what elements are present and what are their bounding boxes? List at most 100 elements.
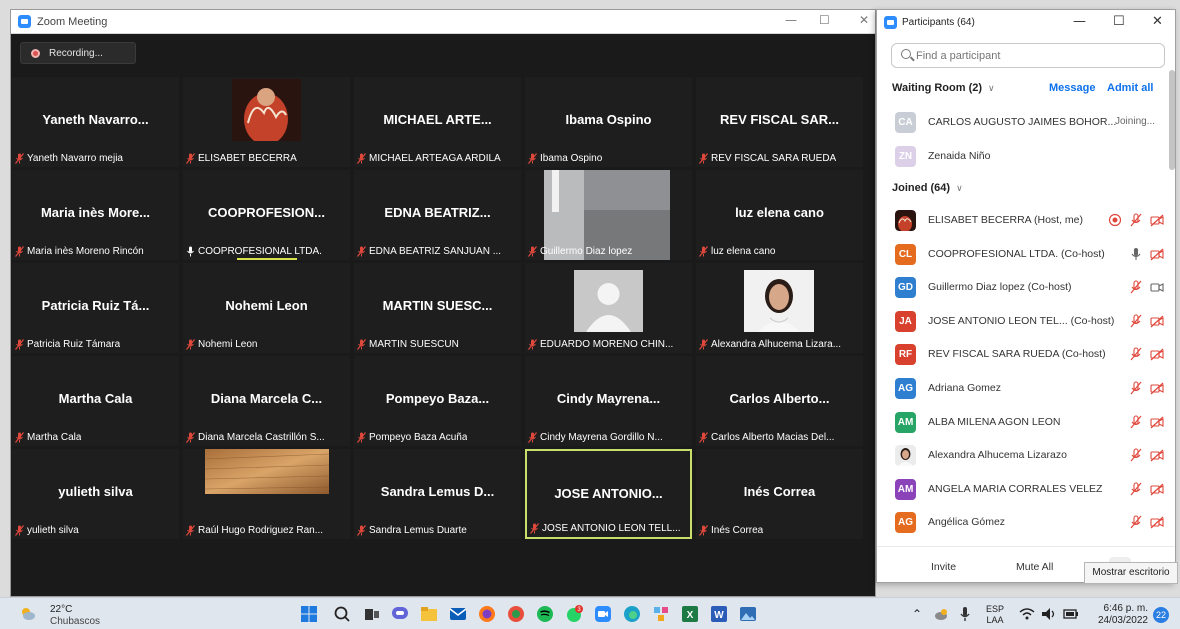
close-icon[interactable]: ✕ (1152, 14, 1163, 29)
participant-display-name: Yaneth Navarro... (42, 112, 149, 127)
battery-icon[interactable] (1062, 605, 1080, 623)
zoom-app-icon (18, 15, 31, 28)
video-tile[interactable]: Inés Correa Inés Correa (696, 449, 863, 539)
participant-row[interactable]: RF REV FISCAL SARA RUEDA (Co-host) (877, 339, 1169, 369)
search-icon[interactable] (333, 605, 351, 623)
participant-name-label: Martha Cala (15, 432, 81, 443)
participant-name: Alexandra Alhucema Lizarazo (928, 449, 1067, 462)
video-tile[interactable]: Guillermo Diaz lopez (525, 170, 692, 260)
participant-row[interactable]: AG Angélica Gómez (877, 507, 1169, 537)
app-icon[interactable] (652, 605, 670, 623)
admit-all-button[interactable]: Admit all (1107, 82, 1153, 94)
video-tile[interactable]: Alexandra Alhucema Lizara... (696, 263, 863, 353)
video-tile[interactable]: EDUARDO MORENO CHIN... (525, 263, 692, 353)
video-tile[interactable]: REV FISCAL SAR... REV FISCAL SARA RUEDA (696, 77, 863, 167)
app-icon[interactable] (507, 605, 525, 623)
waiting-participant-row[interactable]: ZN Zenaida Niño (877, 141, 1169, 171)
video-tile[interactable]: JOSE ANTONIO... JOSE ANTONIO LEON TELL... (525, 449, 692, 539)
notifications-badge[interactable]: 22 (1153, 607, 1169, 623)
maximize-icon[interactable]: ☐ (819, 13, 830, 27)
minimize-icon[interactable]: — (1073, 14, 1086, 29)
mic-muted-icon (357, 432, 366, 443)
file-explorer-icon[interactable] (420, 605, 438, 623)
participant-row[interactable]: Alexandra Alhucema Lizarazo (877, 440, 1169, 470)
firefox-icon[interactable] (478, 605, 496, 623)
excel-icon[interactable]: X (681, 605, 699, 623)
participants-scrollbar[interactable] (1169, 70, 1175, 170)
participant-row[interactable]: AG Adriana Gomez (877, 373, 1169, 403)
joined-header[interactable]: Joined (64) ∨ (892, 182, 963, 194)
mute-all-button[interactable]: Mute All (1008, 557, 1061, 577)
participant-avatar: AG (895, 512, 916, 534)
participant-row[interactable]: AM ALBA MILENA AGON LEON (877, 407, 1169, 437)
video-tile[interactable]: Diana Marcela C... Diana Marcela Castrill… (183, 356, 350, 446)
participant-name-label: Nohemi Leon (186, 339, 257, 350)
participant-display-name: Maria inès More... (40, 205, 151, 220)
task-view-icon[interactable] (363, 605, 381, 623)
video-tile[interactable]: Patricia Ruiz Tá... Patricia Ruiz Támara (12, 263, 179, 353)
waiting-participant-row[interactable]: CA CARLOS AUGUSTO JAIMES BOHOR... Joining.… (877, 107, 1169, 137)
mail-icon[interactable] (449, 605, 467, 623)
video-tile[interactable]: MARTIN SUESC... MARTIN SUESCUN (354, 263, 521, 353)
clock[interactable]: 6:46 p. m. 24/03/2022 (1090, 603, 1148, 627)
mic-icon (1129, 247, 1143, 261)
video-tile[interactable]: luz elena cano luz elena cano (696, 170, 863, 260)
participant-row[interactable]: GD Guillermo Diaz lopez (Co-host) (877, 272, 1169, 302)
participant-name: Ibama Ospino (540, 153, 603, 164)
recording-indicator[interactable]: Recording... (20, 42, 136, 64)
volume-icon[interactable] (1040, 605, 1058, 623)
mic-muted-icon (186, 525, 195, 536)
edge-icon[interactable] (623, 605, 641, 623)
participant-name-label: yulieth silva (15, 525, 79, 536)
wifi-icon[interactable] (1018, 605, 1036, 623)
video-tile[interactable]: Raúl Hugo Rodriguez Ran... (183, 449, 350, 539)
chevron-up-icon[interactable]: ⌃ (912, 607, 930, 625)
video-tile[interactable]: Carlos Alberto... Carlos Alberto Macias D… (696, 356, 863, 446)
mic-muted-icon (1129, 314, 1143, 328)
participant-row[interactable]: AM ANGELA MARIA CORRALES VELEZ (877, 474, 1169, 504)
video-tile[interactable]: COOPROFESION... COOPROFESIONAL LTDA. (183, 170, 350, 260)
maximize-icon[interactable]: ☐ (1113, 14, 1125, 29)
minimize-icon[interactable]: — (785, 13, 797, 27)
video-tile[interactable]: Pompeyo Baza... Pompeyo Baza Acuña (354, 356, 521, 446)
participant-avatar: AG (895, 378, 916, 399)
word-icon[interactable]: W (710, 605, 728, 623)
video-tile[interactable]: ELISABET BECERRA (183, 77, 350, 167)
spotify-icon[interactable] (536, 605, 554, 623)
invite-button[interactable]: Invite (923, 557, 964, 577)
message-button[interactable]: Message (1049, 82, 1095, 94)
photos-icon[interactable] (739, 605, 757, 623)
participant-name: COOPROFESIONAL LTDA. (198, 246, 322, 257)
participant-search[interactable] (891, 43, 1165, 68)
participant-avatar: ZN (895, 146, 916, 167)
participant-name: Yaneth Navarro mejia (27, 153, 123, 164)
chat-icon[interactable] (391, 605, 409, 623)
video-tile[interactable]: Cindy Mayrena... Cindy Mayrena Gordillo N… (525, 356, 692, 446)
whatsapp-icon[interactable]: 3 (565, 605, 583, 623)
video-tile[interactable]: MICHAEL ARTE... MICHAEL ARTEAGA ARDILA (354, 77, 521, 167)
video-tile[interactable]: Yaneth Navarro... Yaneth Navarro mejia (12, 77, 179, 167)
microphone-icon[interactable] (956, 605, 974, 623)
video-icon (1150, 280, 1164, 294)
close-icon[interactable]: ✕ (859, 13, 869, 27)
mic-muted-icon (699, 153, 708, 164)
zoom-taskbar-icon[interactable] (594, 605, 612, 623)
mic-muted-icon (699, 525, 708, 536)
video-tile[interactable]: Martha Cala Martha Cala (12, 356, 179, 446)
participant-name-label: ELISABET BECERRA (186, 153, 297, 164)
video-tile[interactable]: Ibama Ospino Ibama Ospino (525, 77, 692, 167)
video-tile[interactable]: yulieth silva yulieth silva (12, 449, 179, 539)
language-indicator[interactable]: ESP LAA (986, 604, 1004, 626)
video-tile[interactable]: Maria inès More... Maria inès Moreno Rinc… (12, 170, 179, 260)
participant-row[interactable]: ELISABET BECERRA (Host, me) (877, 205, 1169, 235)
search-input[interactable] (916, 48, 1156, 64)
windows-start-icon[interactable] (300, 605, 318, 623)
video-tile[interactable]: Sandra Lemus D... Sandra Lemus Duarte (354, 449, 521, 539)
participant-row[interactable]: JA JOSE ANTONIO LEON TEL... (Co-host) (877, 306, 1169, 336)
participant-avatar: CL (895, 243, 916, 265)
video-tile[interactable]: EDNA BEATRIZ... EDNA BEATRIZ SANJUAN ... (354, 170, 521, 260)
cloud-icon[interactable] (932, 605, 950, 623)
video-tile[interactable]: Nohemi Leon Nohemi Leon (183, 263, 350, 353)
participant-row[interactable]: CL COOPROFESIONAL LTDA. (Co-host) (877, 239, 1169, 269)
waiting-room-header[interactable]: Waiting Room (2) ∨ (892, 82, 995, 94)
